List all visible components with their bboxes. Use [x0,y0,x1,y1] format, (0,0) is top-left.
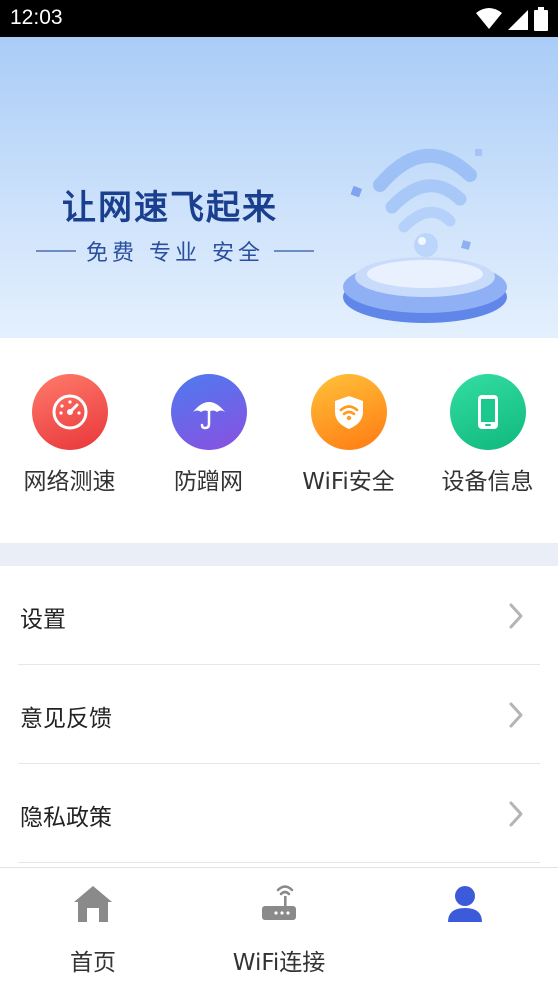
battery-icon [534,7,548,31]
feature-speed-test[interactable]: 网络测速 [0,374,139,496]
umbrella-icon [170,374,247,450]
chevron-right-icon [509,801,523,827]
status-icons [476,7,548,31]
speedometer-icon [31,374,108,450]
feature-grid: 网络测速 防蹭网 WiFi安全 设备信息 [0,338,558,543]
divider-line [274,250,314,252]
menu-item-feedback[interactable]: 意见反馈 [18,665,540,764]
banner-title: 让网速飞起来 [62,188,278,228]
menu-item-label: 意见反馈 [20,706,112,732]
feature-label: 网络测速 [23,469,116,495]
wifi-pedestal-illustration [343,148,507,323]
chevron-right-icon [509,603,523,629]
feature-label: 设备信息 [441,469,534,495]
settings-menu: 设置 意见反馈 隐私政策 [0,566,558,863]
menu-item-privacy-policy[interactable]: 隐私政策 [18,764,540,863]
banner-subtitle-row: 免费 专业 安全 [36,235,314,267]
user-icon [448,886,482,922]
bottom-nav: 首页 WiFi连接 [0,867,558,992]
menu-item-label: 隐私政策 [20,805,112,831]
section-divider [0,543,558,566]
signal-icon [508,10,528,30]
chevron-right-icon [509,702,523,728]
menu-item-label: 设置 [20,607,66,633]
banner-subtitle: 免费 专业 安全 [86,241,264,266]
home-icon [74,886,112,922]
hero-banner[interactable]: 让网速飞起来 免费 专业 安全 [0,37,558,338]
phone-icon [449,374,526,450]
feature-label: 防蹭网 [174,469,243,495]
wifi-shield-icon [310,374,387,450]
nav-item-profile[interactable] [372,868,558,993]
nav-item-home[interactable]: 首页 [0,868,186,993]
feature-label: WiFi安全 [302,469,395,495]
wifi-icon [476,8,502,29]
feature-device-info[interactable]: 设备信息 [418,374,557,496]
router-icon [262,885,296,920]
divider-line [36,250,76,252]
menu-item-settings[interactable]: 设置 [18,566,540,665]
feature-wifi-security[interactable]: WiFi安全 [279,374,418,496]
status-bar: 12:03 [0,0,558,37]
nav-label: WiFi连接 [232,950,326,976]
nav-item-wifi-connect[interactable]: WiFi连接 [186,868,372,993]
status-time: 12:03 [10,6,63,29]
nav-label: 首页 [70,950,116,976]
feature-anti-leech[interactable]: 防蹭网 [139,374,278,496]
